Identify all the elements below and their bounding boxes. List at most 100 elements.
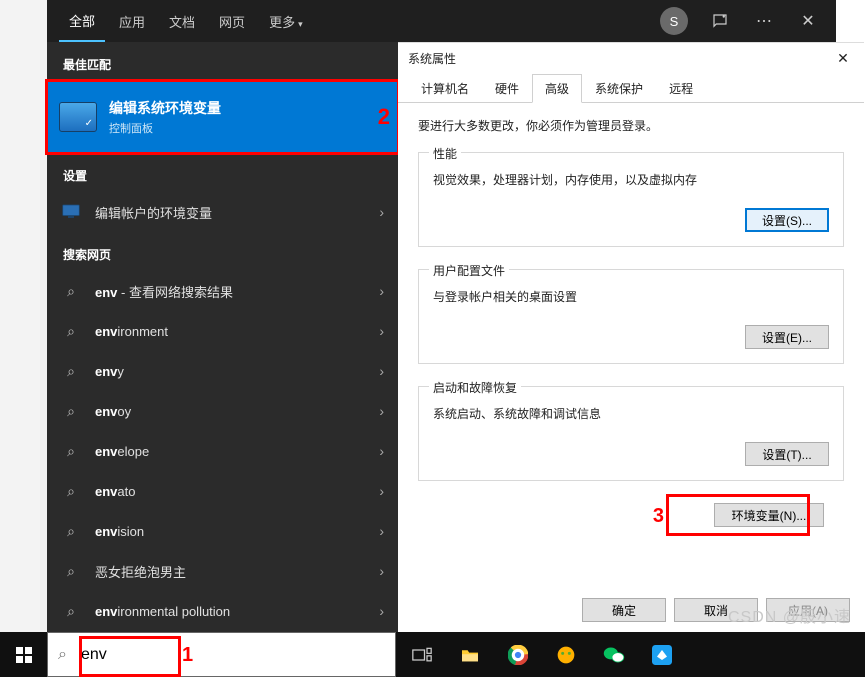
app-icon-1[interactable] [542,632,590,677]
term: env [95,484,117,499]
best-match-subtitle: 控制面板 [109,120,221,136]
annotation-label-3: 3 [653,505,664,528]
web-result-envy[interactable]: ⌕ envy › [47,351,398,391]
taskbar-pinned-area [398,632,686,677]
tab-more-label: 更多 [269,15,295,30]
search-input[interactable] [79,645,283,665]
search-icon: ⌕ [61,563,81,580]
web-result-env[interactable]: ⌕ env - 查看网络搜索结果 › [47,271,398,311]
tab-remote[interactable]: 远程 [656,74,706,103]
term-suf: elope [117,444,149,459]
term-suf: ato [117,484,135,499]
annotation-box-2 [45,79,400,155]
suffix: - 查看网络搜索结果 [117,285,233,300]
search-scope-tabs: 全部 应用 文档 网页 更多▾ S ⋯ ✕ [47,0,398,42]
web-result-envato[interactable]: ⌕ envato › [47,471,398,511]
best-match-header: 最佳匹配 [47,42,398,81]
term: env [95,364,117,379]
chevron-right-icon: › [379,603,384,619]
task-view-icon[interactable] [398,632,446,677]
control-panel-icon [59,102,97,132]
start-button[interactable] [0,632,47,677]
user-profile-group: 用户配置文件 与登录帐户相关的桌面设置 设置(E)... [418,269,844,364]
ok-button[interactable]: 确定 [582,598,666,622]
settings-item-label: 编辑帐户的环境变量 [95,203,212,222]
tab-protection[interactable]: 系统保护 [582,74,656,103]
tab-more[interactable]: 更多▾ [259,2,313,41]
best-match-title: 编辑系统环境变量 [109,98,221,118]
term: env [95,444,117,459]
search-icon: ⌕ [61,323,81,340]
dialog-close-button[interactable]: ✕ [828,47,858,69]
search-icon: ⌕ [61,603,81,620]
windows-logo-icon [16,647,32,663]
search-icon: ⌕ [61,283,81,300]
term: env [95,285,117,300]
tab-hardware[interactable]: 硬件 [482,74,532,103]
feedback-icon[interactable] [700,0,740,42]
user-profile-settings-button[interactable]: 设置(E)... [745,325,829,349]
environment-variables-button[interactable]: 环境变量(N)... [714,503,824,527]
file-explorer-icon[interactable] [446,632,494,677]
settings-item-env-user[interactable]: 编辑帐户的环境变量 › [47,192,398,232]
dialog-title: 系统属性 [408,50,456,67]
search-icon: ⌕ [61,363,81,380]
system-properties-dialog: 系统属性 ✕ 计算机名 硬件 高级 系统保护 远程 要进行大多数更改，你必须作为… [398,42,864,632]
tab-docs[interactable]: 文档 [159,2,205,41]
taskbar: ⌕ 1 [0,632,865,677]
web-result-envelope[interactable]: ⌕ envelope › [47,431,398,471]
more-icon[interactable]: ⋯ [744,0,784,42]
web-result-envision[interactable]: ⌕ envision › [47,511,398,551]
startup-group: 启动和故障恢复 系统启动、系统故障和调试信息 设置(T)... [418,386,844,481]
monitor-icon [61,204,81,221]
web-result-cn[interactable]: ⌕ 恶女拒绝泡男主 › [47,551,398,591]
annotation-label-1: 1 [182,644,193,667]
annotation-label-2: 2 [378,104,390,130]
chevron-right-icon: › [379,363,384,379]
close-icon[interactable]: ✕ [788,0,828,42]
chevron-right-icon: › [379,323,384,339]
chevron-right-icon: › [379,523,384,539]
startup-settings-button[interactable]: 设置(T)... [745,442,829,466]
windows-search-panel: 全部 应用 文档 网页 更多▾ S ⋯ ✕ 最佳匹配 编辑系统环境变量 控制面板… [47,0,398,632]
tab-advanced[interactable]: 高级 [532,74,582,103]
content-strip [0,0,48,632]
tab-all[interactable]: 全部 [59,1,105,42]
avatar[interactable]: S [660,7,688,35]
chevron-right-icon: › [379,443,384,459]
cancel-button[interactable]: 取消 [674,598,758,622]
search-icon: ⌕ [58,646,67,664]
chevron-right-icon: › [379,403,384,419]
search-icon: ⌕ [61,523,81,540]
startup-label: 启动和故障恢复 [429,379,521,396]
dialog-title-bar: 系统属性 ✕ [398,43,864,73]
web-result-environment[interactable]: ⌕ environment › [47,311,398,351]
performance-desc: 视觉效果，处理器计划，内存使用，以及虚拟内存 [433,171,829,188]
term-suf: ironment [117,324,168,339]
term: env [95,324,117,339]
web-result-env-pollution[interactable]: ⌕ environmental pollution › [47,591,398,631]
tab-computer-name[interactable]: 计算机名 [408,74,482,103]
tab-apps[interactable]: 应用 [109,2,155,41]
taskbar-search-box[interactable]: ⌕ 1 [47,632,396,677]
dialog-footer: 确定 取消 应用(A) [398,598,864,622]
web-result-envoy[interactable]: ⌕ envoy › [47,391,398,431]
term-suf: y [117,364,124,379]
wechat-icon[interactable] [590,632,638,677]
term: env [95,604,117,619]
term: env [95,524,117,539]
apply-button[interactable]: 应用(A) [766,598,850,622]
chrome-icon[interactable] [494,632,542,677]
app-icon-2[interactable] [638,632,686,677]
term-suf: ironmental pollution [117,604,230,619]
settings-header: 设置 [47,153,398,192]
search-icon: ⌕ [61,483,81,500]
tab-web[interactable]: 网页 [209,2,255,41]
term: 恶女拒绝泡男主 [95,562,186,581]
websearch-header: 搜索网页 [47,232,398,271]
performance-group: 性能 视觉效果，处理器计划，内存使用，以及虚拟内存 设置(S)... [418,152,844,247]
performance-settings-button[interactable]: 设置(S)... [745,208,829,232]
user-profile-label: 用户配置文件 [429,262,509,279]
best-match-item[interactable]: 编辑系统环境变量 控制面板 2 [47,81,398,153]
chevron-right-icon: › [379,283,384,299]
